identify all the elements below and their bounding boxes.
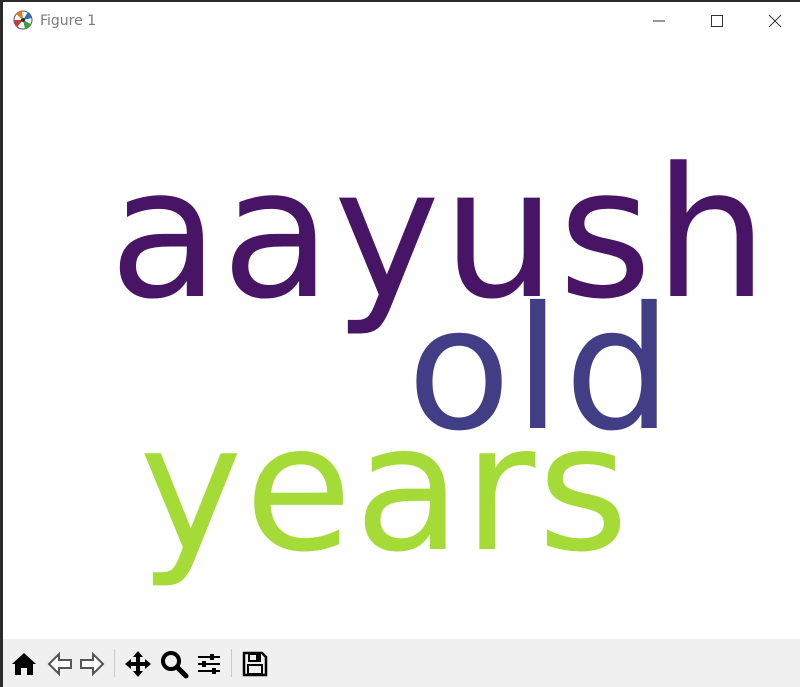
minimize-button[interactable] [630,2,688,40]
matplotlib-icon [13,10,33,30]
pan-icon [125,651,151,677]
back-icon [47,651,72,677]
navigation-toolbar [3,639,800,687]
configure-subplots-button[interactable] [194,649,224,679]
figure-canvas[interactable]: aayush old years [3,40,800,639]
word-years: years [139,388,631,591]
home-button[interactable] [9,649,39,679]
toolbar-separator [231,649,232,677]
maximize-icon [711,15,723,27]
save-icon [242,651,268,677]
forward-button[interactable] [77,649,107,679]
back-button[interactable] [45,649,75,679]
home-icon [12,653,36,675]
forward-icon [80,651,105,677]
configure-subplots-icon [198,654,220,674]
close-button[interactable] [746,2,800,40]
minimize-icon [653,20,665,22]
toolbar-separator [114,649,115,677]
zoom-button[interactable] [159,649,189,679]
pan-button[interactable] [123,649,153,679]
save-button[interactable] [240,649,270,679]
title-bar[interactable]: Figure 1 [3,2,800,40]
window-title: Figure 1 [40,13,97,29]
figure-window: Figure 1 aayush old years [0,0,800,687]
zoom-icon [161,651,189,679]
close-icon [768,14,782,28]
maximize-button[interactable] [688,2,746,40]
